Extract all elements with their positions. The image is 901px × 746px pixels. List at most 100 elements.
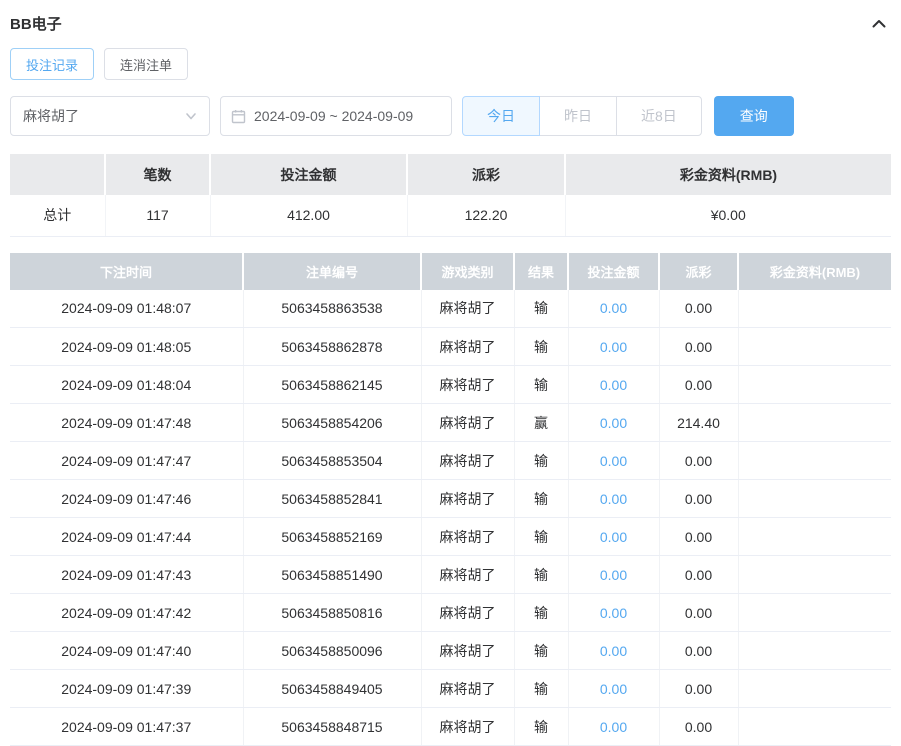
result-cell: 输 bbox=[514, 480, 568, 518]
bet-time-cell: 2024-09-09 01:47:48 bbox=[10, 404, 243, 442]
bet-amount-cell: 0.00 bbox=[568, 632, 659, 670]
bet-amount-link[interactable]: 0.00 bbox=[600, 415, 627, 431]
bet-amount-cell: 0.00 bbox=[568, 480, 659, 518]
payout-cell: 0.00 bbox=[659, 442, 738, 480]
result-cell: 输 bbox=[514, 366, 568, 404]
result-cell: 输 bbox=[514, 518, 568, 556]
bet-amount-link[interactable]: 0.00 bbox=[600, 491, 627, 507]
calendar-icon bbox=[231, 109, 246, 124]
bet-time-cell: 2024-09-09 01:48:04 bbox=[10, 366, 243, 404]
game-category-cell: 麻将胡了 bbox=[421, 442, 514, 480]
bet-time-cell: 2024-09-09 01:48:07 bbox=[10, 290, 243, 328]
filter-bar: 麻将胡了 2024-09-09 ~ 2024-09-09 今日 昨日 近8日 查… bbox=[10, 96, 891, 136]
bet-amount-link[interactable]: 0.00 bbox=[600, 605, 627, 621]
bet-amount-cell: 0.00 bbox=[568, 442, 659, 480]
bet-amount-link[interactable]: 0.00 bbox=[600, 377, 627, 393]
game-category-cell: 麻将胡了 bbox=[421, 556, 514, 594]
table-row: 2024-09-09 01:47:465063458852841麻将胡了输 0.0… bbox=[10, 480, 891, 518]
table-row: 2024-09-09 01:47:395063458849405麻将胡了输0.0… bbox=[10, 670, 891, 708]
summary-header-count: 笔数 bbox=[105, 154, 210, 195]
today-button[interactable]: 今日 bbox=[462, 96, 540, 136]
bet-amount-link[interactable]: 0.00 bbox=[600, 529, 627, 545]
result-cell: 输 bbox=[514, 708, 568, 746]
summary-total-row: 总计 117 412.00 122.20 ¥0.00 bbox=[10, 195, 891, 236]
bet-time-cell: 2024-09-09 01:47:37 bbox=[10, 708, 243, 746]
bet-amount-link[interactable]: 0.00 bbox=[600, 719, 627, 735]
bet-amount-cell: 0.00 bbox=[568, 556, 659, 594]
quick-date-button-group: 今日 昨日 近8日 bbox=[462, 96, 702, 136]
game-category-cell: 麻将胡了 bbox=[421, 708, 514, 746]
summary-header-bonus: 彩金资料(RMB) bbox=[565, 154, 891, 195]
search-button[interactable]: 查询 bbox=[714, 96, 794, 136]
payout-cell: 0.00 bbox=[659, 632, 738, 670]
bet-amount-cell: 0.00 bbox=[568, 366, 659, 404]
bet-amount-link[interactable]: 0.00 bbox=[600, 300, 627, 316]
records-column-header: 派彩 bbox=[659, 253, 738, 290]
date-range-value: 2024-09-09 ~ 2024-09-09 bbox=[254, 108, 413, 124]
summary-header-row: 笔数 投注金额 派彩 彩金资料(RMB) bbox=[10, 154, 891, 195]
game-type-select[interactable]: 麻将胡了 bbox=[10, 96, 210, 136]
summary-total-label: 总计 bbox=[10, 195, 105, 236]
result-cell: 输 bbox=[514, 328, 568, 366]
tab-cancelled-orders[interactable]: 连消注单 bbox=[104, 48, 188, 80]
order-number-cell: 5063458849405 bbox=[243, 670, 421, 708]
order-number-cell: 5063458852841 bbox=[243, 480, 421, 518]
bonus-cell bbox=[738, 670, 891, 708]
summary-table: 笔数 投注金额 派彩 彩金资料(RMB) 总计 117 412.00 122.2… bbox=[10, 154, 891, 237]
result-cell: 输 bbox=[514, 290, 568, 328]
table-row: 2024-09-09 01:47:435063458851490麻将胡了输0.0… bbox=[10, 556, 891, 594]
bet-amount-cell: 0.00 bbox=[568, 290, 659, 328]
order-number-cell: 5063458862145 bbox=[243, 366, 421, 404]
table-row: 2024-09-09 01:48:075063458863538麻将胡了输0.0… bbox=[10, 290, 891, 328]
game-category-cell: 麻将胡了 bbox=[421, 480, 514, 518]
order-number-cell: 5063458853504 bbox=[243, 442, 421, 480]
bet-amount-link[interactable]: 0.00 bbox=[600, 643, 627, 659]
last-8-days-button[interactable]: 近8日 bbox=[616, 96, 702, 136]
order-number-cell: 5063458852169 bbox=[243, 518, 421, 556]
bet-time-cell: 2024-09-09 01:47:47 bbox=[10, 442, 243, 480]
bet-amount-link[interactable]: 0.00 bbox=[600, 567, 627, 583]
records-column-header: 结果 bbox=[514, 253, 568, 290]
records-header-row: 下注时间注单编号游戏类别结果投注金额派彩彩金资料(RMB) bbox=[10, 253, 891, 290]
summary-header-empty bbox=[10, 154, 105, 195]
order-number-cell: 5063458850096 bbox=[243, 632, 421, 670]
bonus-cell bbox=[738, 328, 891, 366]
record-type-tabs: 投注记录 连消注单 bbox=[10, 48, 891, 80]
result-cell: 赢 bbox=[514, 404, 568, 442]
date-range-picker[interactable]: 2024-09-09 ~ 2024-09-09 bbox=[220, 96, 452, 136]
game-category-cell: 麻将胡了 bbox=[421, 670, 514, 708]
bonus-cell bbox=[738, 442, 891, 480]
bet-time-cell: 2024-09-09 01:47:46 bbox=[10, 480, 243, 518]
table-row: 2024-09-09 01:47:445063458852169麻将胡了输0.0… bbox=[10, 518, 891, 556]
payout-cell: 0.00 bbox=[659, 480, 738, 518]
bet-amount-link[interactable]: 0.00 bbox=[600, 681, 627, 697]
game-category-cell: 麻将胡了 bbox=[421, 290, 514, 328]
bet-amount-link[interactable]: 0.00 bbox=[600, 453, 627, 469]
bet-amount-cell: 0.00 bbox=[568, 518, 659, 556]
game-type-select-value: 麻将胡了 bbox=[23, 106, 79, 126]
bet-time-cell: 2024-09-09 01:48:05 bbox=[10, 328, 243, 366]
bet-time-cell: 2024-09-09 01:47:42 bbox=[10, 594, 243, 632]
game-category-cell: 麻将胡了 bbox=[421, 328, 514, 366]
bonus-cell bbox=[738, 632, 891, 670]
bet-amount-cell: 0.00 bbox=[568, 708, 659, 746]
records-table: 下注时间注单编号游戏类别结果投注金额派彩彩金资料(RMB) 2024-09-09… bbox=[10, 253, 891, 746]
bet-amount-link[interactable]: 0.00 bbox=[600, 339, 627, 355]
betting-records-panel: BB电子 投注记录 连消注单 麻将胡了 2024-09-09 ~ 2024-09… bbox=[0, 0, 901, 746]
collapse-panel-button[interactable] bbox=[869, 14, 889, 34]
payout-cell: 214.40 bbox=[659, 404, 738, 442]
tab-betting-records[interactable]: 投注记录 bbox=[10, 48, 94, 80]
summary-total-bonus: ¥0.00 bbox=[565, 195, 891, 236]
records-column-header: 下注时间 bbox=[10, 253, 243, 290]
payout-cell: 0.00 bbox=[659, 556, 738, 594]
records-column-header: 注单编号 bbox=[243, 253, 421, 290]
order-number-cell: 5063458851490 bbox=[243, 556, 421, 594]
result-cell: 输 bbox=[514, 442, 568, 480]
table-row: 2024-09-09 01:47:475063458853504麻将胡了输 0.0… bbox=[10, 442, 891, 480]
records-column-header: 游戏类别 bbox=[421, 253, 514, 290]
summary-total-bet-amount: 412.00 bbox=[210, 195, 407, 236]
yesterday-button[interactable]: 昨日 bbox=[539, 96, 617, 136]
bonus-cell bbox=[738, 556, 891, 594]
bonus-cell bbox=[738, 708, 891, 746]
page-title: BB电子 bbox=[10, 13, 62, 34]
